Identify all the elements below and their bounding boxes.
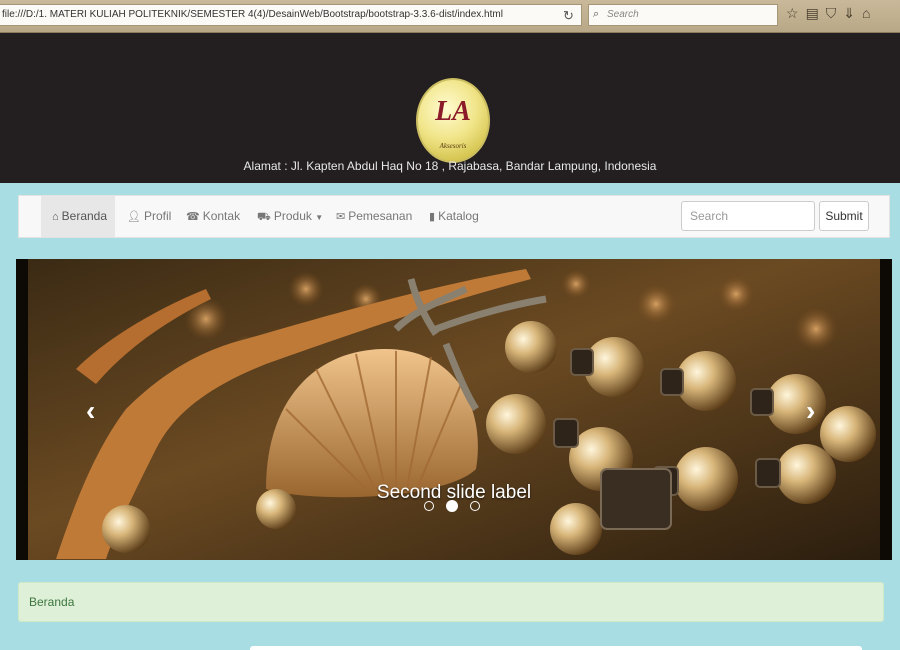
carousel-indicator-1[interactable]	[424, 501, 434, 511]
user-icon: 👤︎	[127, 211, 141, 223]
logo-subtext: Aksesoris	[439, 142, 467, 150]
carousel-indicator-3[interactable]	[470, 501, 480, 511]
book-icon: ▮	[429, 211, 436, 223]
nav-label: Produk	[273, 209, 312, 223]
breadcrumb-item[interactable]: Beranda	[29, 595, 74, 609]
address-text: Alamat : Jl. Kapten Abdul Haq No 18 , Ra…	[243, 159, 657, 173]
nav-item-pemesanan[interactable]: ✉ Pemesanan	[336, 196, 412, 237]
cart-icon: ⛟	[257, 211, 271, 223]
url-text: file:///D:/1. MATERI KULIAH POLITEKNIK/S…	[2, 9, 503, 20]
download-icon[interactable]: ⇓	[843, 5, 862, 21]
browser-search-placeholder: Search	[607, 9, 639, 20]
nav-label: Kontak	[202, 209, 241, 223]
content-panel	[250, 646, 862, 650]
browser-icon-group: ☆▤⛉⇓⌂	[786, 5, 878, 22]
nav-item-produk[interactable]: ⛟ Produk ▼	[257, 196, 323, 237]
carousel-indicators	[424, 500, 484, 513]
star-icon[interactable]: ☆	[786, 5, 806, 21]
breadcrumb: Beranda	[18, 582, 884, 622]
carousel-indicator-2[interactable]	[446, 500, 458, 512]
search-icon: ⌕	[593, 8, 600, 20]
site-logo[interactable]: LA Aksesoris	[416, 78, 490, 163]
phone-icon: ☎	[186, 211, 200, 223]
nav-label: Katalog	[438, 209, 479, 223]
caret-down-icon: ▼	[315, 213, 324, 222]
envelope-icon: ✉	[336, 211, 346, 223]
nav-item-kontak[interactable]: ☎ Kontak	[186, 196, 240, 237]
slide-image	[16, 259, 892, 560]
submit-button[interactable]: Submit	[819, 201, 869, 231]
navbar: ⌂ Beranda 👤︎ Profil ☎ Kontak ⛟ Produk ▼ ✉ Pem…	[18, 195, 890, 238]
carousel-prev-icon[interactable]: ‹	[86, 395, 95, 427]
nav-item-beranda[interactable]: ⌂ Beranda	[41, 196, 115, 237]
home-icon: ⌂	[52, 211, 59, 223]
reload-icon[interactable]: ↻	[563, 8, 574, 24]
shield-icon[interactable]: ⛉	[826, 5, 844, 21]
nav-label: Profil	[143, 209, 172, 223]
browser-toolbar: file:///D:/1. MATERI KULIAH POLITEKNIK/S…	[0, 0, 900, 33]
carousel-next-icon[interactable]: ›	[806, 395, 815, 427]
nav-label: Beranda	[61, 209, 108, 223]
browser-search-box[interactable]: ⌕ Search	[588, 4, 778, 26]
address-bar[interactable]: file:///D:/1. MATERI KULIAH POLITEKNIK/S…	[0, 4, 582, 26]
nav-item-katalog[interactable]: ▮ Katalog	[429, 196, 479, 237]
nav-item-profil[interactable]: 👤︎ Profil	[127, 196, 171, 237]
search-input[interactable]	[681, 201, 815, 231]
logo-text: LA	[435, 96, 471, 127]
carousel: ‹ › Second slide label	[16, 259, 892, 560]
home-icon[interactable]: ⌂	[862, 5, 877, 21]
nav-label: Pemesanan	[348, 209, 413, 223]
bookmarks-icon[interactable]: ▤	[806, 5, 826, 21]
